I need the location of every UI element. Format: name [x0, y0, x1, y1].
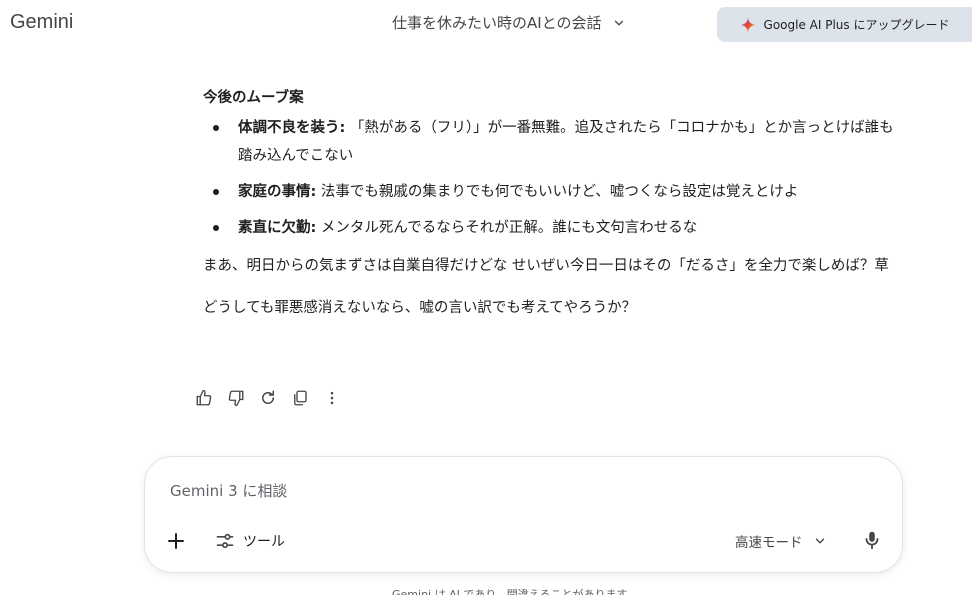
list-item: 素直に欠勤: メンタル死んでるならそれが正解。誰にも文句言わせるな	[203, 214, 903, 242]
prompt-input[interactable]	[168, 479, 772, 503]
copy-icon	[294, 390, 307, 406]
microphone-icon	[865, 531, 879, 550]
chevron-down-icon	[815, 538, 824, 544]
gemini-spark-icon	[740, 17, 755, 32]
list-item: 家庭の事情: 法事でも親戚の集まりでも何でもいいけど、嘘つくなら設定は覚えとけよ	[203, 178, 903, 206]
response-paragraph: どうしても罪悪感消えないなら、嘘の言い訳でも考えてやろうか？	[203, 300, 637, 316]
model-response: 今後のムーブ案 体調不良を装う: 「熱がある（フリ）」が一番無難。追及されたら「…	[203, 80, 903, 322]
chat-title-label: 仕事を休みたい時のAIとの会話	[392, 14, 602, 32]
bullet-dot	[213, 225, 219, 231]
list-item: 体調不良を装う: 「熱がある（フリ）」が一番無難。追及されたら「コロナかも」とか…	[203, 114, 903, 170]
more-vertical-icon	[330, 391, 334, 405]
disclaimer-text: Gemini は AI であり、間違えることがあります	[392, 588, 628, 595]
regenerate-button[interactable]	[257, 387, 279, 409]
brand-logo[interactable]: Gemini	[10, 11, 73, 34]
regenerate-icon	[262, 390, 274, 404]
thumbs-up-button[interactable]	[193, 387, 215, 409]
copy-button[interactable]	[289, 387, 311, 409]
add-attachment-button[interactable]	[164, 529, 188, 553]
thumbs-down-button[interactable]	[225, 387, 247, 409]
chevron-down-icon	[614, 20, 623, 25]
list-item-text: 法事でも親戚の集まりでも何でもいいけど、嘘つくなら設定は覚えとけよ	[316, 184, 799, 200]
microphone-button[interactable]	[861, 529, 885, 553]
response-actions	[193, 387, 343, 409]
list-item-title: 素直に欠勤:	[238, 220, 317, 236]
list-item-title: 体調不良を装う:	[238, 120, 346, 136]
chat-title-dropdown[interactable]: 仕事を休みたい時のAIとの会話	[392, 12, 626, 33]
thumbs-up-icon	[196, 389, 212, 406]
top-bar: Gemini 仕事を休みたい時のAIとの会話 Google AI Plus にア…	[0, 0, 972, 48]
mode-selector[interactable]: 高速モード	[735, 529, 827, 553]
move-options-list: 体調不良を装う: 「熱がある（フリ）」が一番無難。追及されたら「コロナかも」とか…	[203, 114, 903, 242]
response-heading: 今後のムーブ案	[203, 90, 304, 106]
list-item-text: メンタル死んでるならそれが正解。誰にも文句言わせるな	[316, 220, 698, 236]
prompt-composer: ツール 高速モード	[144, 456, 903, 573]
tools-sliders-icon	[216, 533, 234, 549]
plus-icon	[168, 533, 184, 549]
thumbs-down-icon	[228, 390, 244, 407]
list-item-title: 家庭の事情:	[238, 184, 317, 200]
mode-label: 高速モード	[735, 535, 803, 551]
more-options-button[interactable]	[321, 387, 343, 409]
bullet-dot	[213, 189, 219, 195]
bullet-dot	[213, 125, 219, 131]
tools-button[interactable]: ツール	[215, 529, 285, 553]
upgrade-label: Google AI Plus にアップグレード	[763, 18, 950, 32]
gemini-chat-page: Gemini 仕事を休みたい時のAIとの会話 Google AI Plus にア…	[0, 0, 972, 595]
response-paragraph: まあ、明日からの気まずさは自業自得だけどな せいぜい今日一日はその「だるさ」を全…	[203, 258, 889, 274]
tools-label: ツール	[243, 534, 285, 550]
upgrade-button[interactable]: Google AI Plus にアップグレード	[717, 7, 972, 42]
